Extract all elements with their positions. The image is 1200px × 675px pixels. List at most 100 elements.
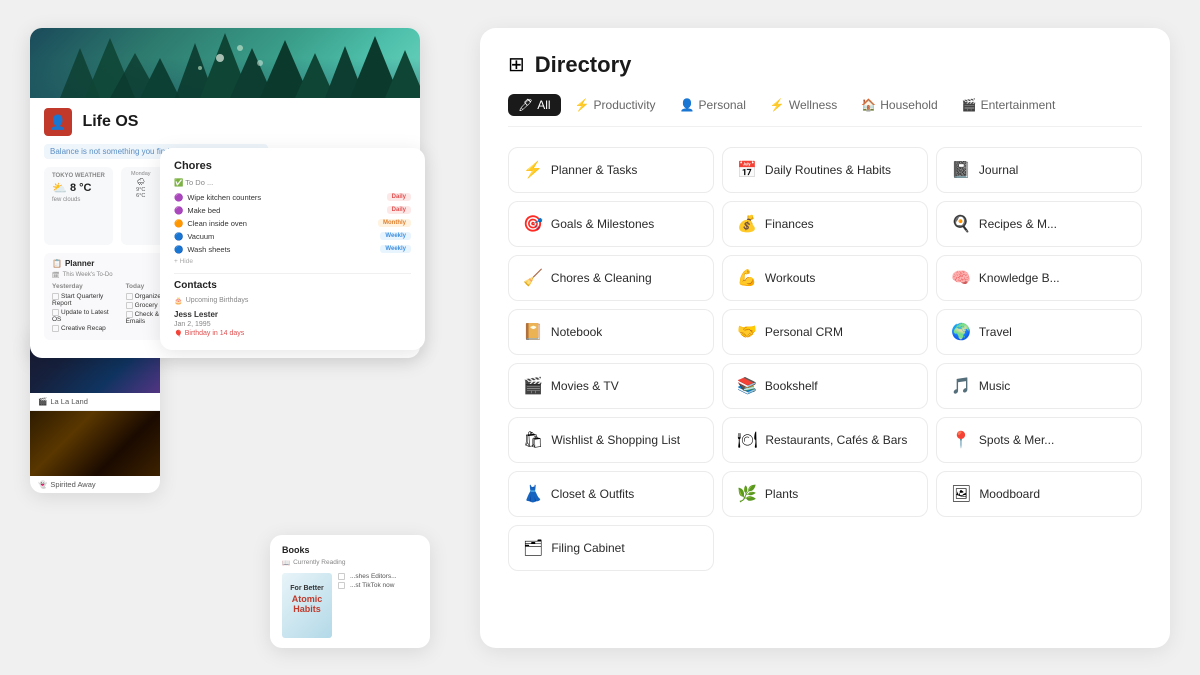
badge-weekly: Weekly [380, 245, 411, 253]
travel-label: Travel [979, 325, 1012, 339]
dir-item-plants[interactable]: 🌿 Plants [722, 471, 928, 517]
contacts-title: Contacts [174, 280, 411, 291]
directory-title: Directory [535, 52, 632, 78]
dir-item-bookshelf[interactable]: 📚 Bookshelf [722, 363, 928, 409]
dir-item-workouts[interactable]: 💪 Workouts [722, 255, 928, 301]
closet-icon: 👗 [523, 484, 543, 504]
chore-item-4: 🔵Vacuum Weekly [174, 232, 411, 241]
goals-icon: 🎯 [523, 214, 543, 234]
plants-label: Plants [765, 487, 798, 501]
finances-label: Finances [765, 217, 814, 231]
filing-icon: 🗂 [523, 538, 543, 558]
finances-icon: 💰 [737, 214, 757, 234]
tab-entertainment[interactable]: 🎬 Entertainment [952, 94, 1066, 116]
tab-personal-label: Personal [699, 98, 746, 112]
directory-panel: ⊞ Directory 🖊 All ⚡ Productivity 👤 Perso… [480, 28, 1170, 648]
chore-item-5: 🔵Wash sheets Weekly [174, 245, 411, 254]
music-icon: 🎵 [951, 376, 971, 396]
dir-item-journal[interactable]: 📓 Journal [936, 147, 1142, 193]
knowledge-label: Knowledge B... [979, 271, 1060, 285]
tab-wellness-icon: ⚡ [770, 98, 785, 112]
weather-city: TOKYO WEATHER [52, 173, 105, 179]
crm-label: Personal CRM [765, 325, 843, 339]
tab-all-icon: 🖊 [518, 98, 533, 112]
chores-sub: ✅ To Do ... [174, 178, 411, 187]
contacts-date: Jan 2, 1995 [174, 321, 411, 328]
weather-box: TOKYO WEATHER ⛅ 8 °C few clouds [44, 167, 113, 245]
contacts-person: Jess Lester [174, 310, 411, 319]
routines-icon: 📅 [737, 160, 757, 180]
book-cover: For Better AtomicHabits [282, 573, 332, 638]
dir-item-routines[interactable]: 📅 Daily Routines & Habits [722, 147, 928, 193]
planner-label: Planner & Tasks [551, 163, 638, 177]
badge-daily: Daily [387, 193, 411, 201]
tab-personal-icon: 👤 [680, 98, 695, 112]
chore-item-2: 🟣Make bed Daily [174, 206, 411, 215]
movie-label-spirited: 👻Spirited Away [30, 476, 160, 493]
dir-item-spots[interactable]: 📍 Spots & Mer... [936, 417, 1142, 463]
dir-item-recipes[interactable]: 🍳 Recipes & M... [936, 201, 1142, 247]
dir-item-restaurants[interactable]: 🍽 Restaurants, Cafés & Bars [722, 417, 928, 463]
bookshelf-icon: 📚 [737, 376, 757, 396]
directory-icon: ⊞ [508, 52, 525, 77]
music-label: Music [979, 379, 1010, 393]
avatar: 👤 [44, 108, 72, 136]
moodboard-icon: 🖼 [951, 484, 971, 504]
wishlist-icon: 🛍 [523, 430, 543, 450]
filing-label: Filing Cabinet [551, 541, 624, 555]
routines-label: Daily Routines & Habits [765, 163, 891, 177]
tab-wellness[interactable]: ⚡ Wellness [760, 94, 847, 116]
workouts-icon: 💪 [737, 268, 757, 288]
tab-all-label: All [537, 98, 550, 112]
restaurants-label: Restaurants, Cafés & Bars [765, 433, 907, 447]
planner-col-yesterday: Yesterday Start Quarterly Report Update … [52, 283, 120, 335]
dir-item-planner[interactable]: ⚡ Planner & Tasks [508, 147, 714, 193]
journal-label: Journal [979, 163, 1018, 177]
tab-household[interactable]: 🏠 Household [851, 94, 947, 116]
dir-item-goals[interactable]: 🎯 Goals & Milestones [508, 201, 714, 247]
left-panel: 👤 Life OS Balance is not something you f… [30, 28, 450, 648]
dir-item-music[interactable]: 🎵 Music [936, 363, 1142, 409]
goals-label: Goals & Milestones [551, 217, 654, 231]
book-item: ...st TikTok now [338, 582, 418, 589]
journal-icon: 📓 [951, 160, 971, 180]
directory-tabs: 🖊 All ⚡ Productivity 👤 Personal ⚡ Wellne… [508, 94, 1142, 127]
spots-icon: 📍 [951, 430, 971, 450]
dir-item-moodboard[interactable]: 🖼 Moodboard [936, 471, 1142, 517]
tab-productivity-label: Productivity [594, 98, 656, 112]
dir-item-notebook[interactable]: 📔 Notebook [508, 309, 714, 355]
knowledge-icon: 🧠 [951, 268, 971, 288]
weather-temp: 8 °C [70, 182, 92, 194]
contacts-note: 🎈Birthday in 14 days [174, 330, 411, 338]
tab-personal[interactable]: 👤 Personal [670, 94, 756, 116]
dir-item-travel[interactable]: 🌍 Travel [936, 309, 1142, 355]
chores-title: Chores [174, 160, 411, 172]
crm-icon: 🤝 [737, 322, 757, 342]
books-sub: 📖Currently Reading [282, 559, 418, 567]
chore-item-3: 🟠Clean inside oven Monthly [174, 219, 411, 228]
badge-weekly: Weekly [380, 232, 411, 240]
dir-item-chores[interactable]: 🧹 Chores & Cleaning [508, 255, 714, 301]
movie-thumb-spirited [30, 411, 160, 476]
badge-daily: Daily [387, 206, 411, 214]
dir-item-knowledge[interactable]: 🧠 Knowledge B... [936, 255, 1142, 301]
tab-entertainment-label: Entertainment [981, 98, 1056, 112]
tab-all[interactable]: 🖊 All [508, 94, 561, 116]
dir-item-crm[interactable]: 🤝 Personal CRM [722, 309, 928, 355]
dir-item-movies[interactable]: 🎬 Movies & TV [508, 363, 714, 409]
dir-item-finances[interactable]: 💰 Finances [722, 201, 928, 247]
bookshelf-label: Bookshelf [765, 379, 818, 393]
tab-productivity[interactable]: ⚡ Productivity [565, 94, 666, 116]
recipes-label: Recipes & M... [979, 217, 1057, 231]
tab-productivity-icon: ⚡ [575, 98, 590, 112]
book-item: ...shes Editors... [338, 573, 418, 580]
recipes-icon: 🍳 [951, 214, 971, 234]
books-title: Books [282, 545, 418, 555]
dir-item-closet[interactable]: 👗 Closet & Outfits [508, 471, 714, 517]
weather-desc: few clouds [52, 197, 105, 203]
dir-item-wishlist[interactable]: 🛍 Wishlist & Shopping List [508, 417, 714, 463]
wishlist-label: Wishlist & Shopping List [551, 433, 680, 447]
chores-label: Chores & Cleaning [551, 271, 652, 285]
dir-item-filing[interactable]: 🗂 Filing Cabinet [508, 525, 714, 571]
tab-entertainment-icon: 🎬 [962, 98, 977, 112]
